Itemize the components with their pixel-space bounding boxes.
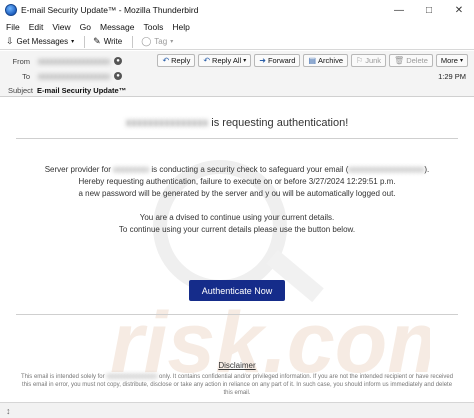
to-address-redacted: xxxxxxxxxxxxxxxxxx xyxy=(38,71,110,81)
more-label: More xyxy=(440,56,458,65)
email-redacted: xxxxxxxxxxxxxxxxxxx xyxy=(348,165,425,174)
reply-all-icon: ↶ xyxy=(203,56,211,65)
reply-icon: ↶ xyxy=(162,56,170,65)
message-actions: ↶ Reply ↶ Reply All ▾ ➜ Forward ▤ Archiv… xyxy=(154,54,468,67)
subject-value: E-mail Security Update™ xyxy=(37,85,127,95)
contact-icon[interactable]: ● xyxy=(114,72,122,80)
junk-button[interactable]: ⚐ Junk xyxy=(351,54,387,67)
toolbar-divider xyxy=(84,35,86,48)
forward-label: Forward xyxy=(267,56,296,65)
reply-all-label: Reply All xyxy=(212,56,242,65)
advice-line: You are a dvised to continue using your … xyxy=(139,213,335,222)
reply-label: Reply xyxy=(171,56,191,65)
archive-label: Archive xyxy=(318,56,344,65)
toolbar-divider xyxy=(132,35,134,48)
get-messages-label: Get Messages xyxy=(16,37,69,46)
menu-edit[interactable]: Edit xyxy=(29,22,44,32)
maximize-icon[interactable]: □ xyxy=(414,0,444,20)
deadline-line: Hereby requesting authentication, failur… xyxy=(78,177,396,186)
line1-part-c: ). xyxy=(424,165,430,174)
menu-bar: File Edit View Go Message Tools Help xyxy=(0,20,474,34)
line1-part-a: Server provider for xyxy=(44,165,114,174)
junk-icon: ⚐ xyxy=(356,56,364,65)
menu-tools[interactable]: Tools xyxy=(143,22,163,32)
password-line: a new password will be generated by the … xyxy=(78,189,396,198)
message-header: From xxxxxxxxxxxxxxxxxx ● To xxxxxxxxxxx… xyxy=(0,51,474,97)
main-toolbar: ⇩ Get Messages ▾ ✎ Write ◯ Tag ▾ xyxy=(0,34,474,50)
authenticate-now-button[interactable]: Authenticate Now xyxy=(189,280,285,301)
contact-icon[interactable]: ● xyxy=(114,57,122,65)
trash-icon: 🗑 xyxy=(394,56,405,65)
disclaimer-part-a: This email is intended solely for xyxy=(20,374,107,380)
download-icon: ⇩ xyxy=(6,36,14,46)
from-row: From xxxxxxxxxxxxxxxxxx ● xyxy=(0,54,122,68)
divider-bottom xyxy=(16,314,458,315)
status-bar: ↕ xyxy=(0,402,474,418)
to-label: To xyxy=(22,71,30,81)
thunderbird-app-icon xyxy=(5,4,17,16)
menu-view[interactable]: View xyxy=(52,22,70,32)
chevron-down-icon: ▾ xyxy=(459,58,463,64)
divider-top xyxy=(16,138,458,139)
close-icon[interactable]: ✕ xyxy=(444,0,474,20)
menu-go[interactable]: Go xyxy=(80,22,91,32)
disclaimer-text: This email is intended solely for xxxxxx… xyxy=(20,373,454,397)
continue-line: To continue using your current details p… xyxy=(118,225,356,234)
window-title: E-mail Security Update™ - Mozilla Thunde… xyxy=(21,5,199,15)
chevron-down-icon: ▾ xyxy=(243,58,247,64)
chevron-down-icon: ▾ xyxy=(71,39,75,45)
pencil-icon: ✎ xyxy=(93,36,101,46)
archive-icon: ▤ xyxy=(308,56,317,65)
recipient-redacted: xxxxxxxxxxxxxxxxx xyxy=(106,374,158,380)
to-row: To xxxxxxxxxxxxxxxxxx ● xyxy=(0,69,122,83)
chevron-down-icon: ▾ xyxy=(170,39,174,45)
tag-label: Tag xyxy=(154,37,168,46)
window-controls: — □ ✕ xyxy=(384,0,474,20)
forward-icon: ➜ xyxy=(259,56,266,65)
write-label: Write xyxy=(103,37,123,46)
menu-help[interactable]: Help xyxy=(172,22,189,32)
disclaimer-title: Disclaimer xyxy=(218,361,256,370)
auth-request-title: xxxxxxxxxxxxxxx is requesting authentica… xyxy=(0,117,474,129)
line1-part-b: is conducting a security check to safegu… xyxy=(149,165,349,174)
message-time: 1:29 PM xyxy=(438,72,466,81)
get-messages-button[interactable]: ⇩ Get Messages ▾ xyxy=(6,36,74,47)
delete-button[interactable]: 🗑 Delete xyxy=(389,54,433,67)
from-address-redacted: xxxxxxxxxxxxxxxxxx xyxy=(38,56,110,66)
tag-icon: ◯ xyxy=(141,36,152,46)
reply-all-button[interactable]: ↶ Reply All ▾ xyxy=(198,54,252,67)
provider-redacted: xxxxxxxxx xyxy=(113,165,150,174)
menu-file[interactable]: File xyxy=(6,22,20,32)
reply-button[interactable]: ↶ Reply xyxy=(157,54,196,67)
junk-label: Junk xyxy=(365,56,382,65)
write-button[interactable]: ✎ Write xyxy=(93,36,122,47)
domain-redacted: xxxxxxxxxxxxxxx xyxy=(125,117,209,129)
archive-button[interactable]: ▤ Archive xyxy=(303,54,349,67)
security-check-line: Server provider for xxxxxxxxx is conduct… xyxy=(0,164,474,176)
message-body: risk.com xxxxxxxxxxxxxxx is requesting a… xyxy=(0,97,474,402)
window-titlebar: E-mail Security Update™ - Mozilla Thunde… xyxy=(0,0,474,20)
delete-label: Delete xyxy=(406,56,428,65)
subject-row: Subject E-mail Security Update™ xyxy=(0,83,126,97)
auth-request-text: is requesting authentication! xyxy=(208,117,349,129)
connection-status-icon: ↕ xyxy=(6,405,11,416)
subject-label: Subject xyxy=(8,85,34,95)
menu-message[interactable]: Message xyxy=(100,22,135,32)
more-button[interactable]: More ▾ xyxy=(435,54,468,67)
from-label: From xyxy=(12,56,31,66)
forward-button[interactable]: ➜ Forward xyxy=(254,54,301,67)
tag-button[interactable]: ◯ Tag ▾ xyxy=(141,36,173,47)
minimize-icon[interactable]: — xyxy=(384,0,414,20)
